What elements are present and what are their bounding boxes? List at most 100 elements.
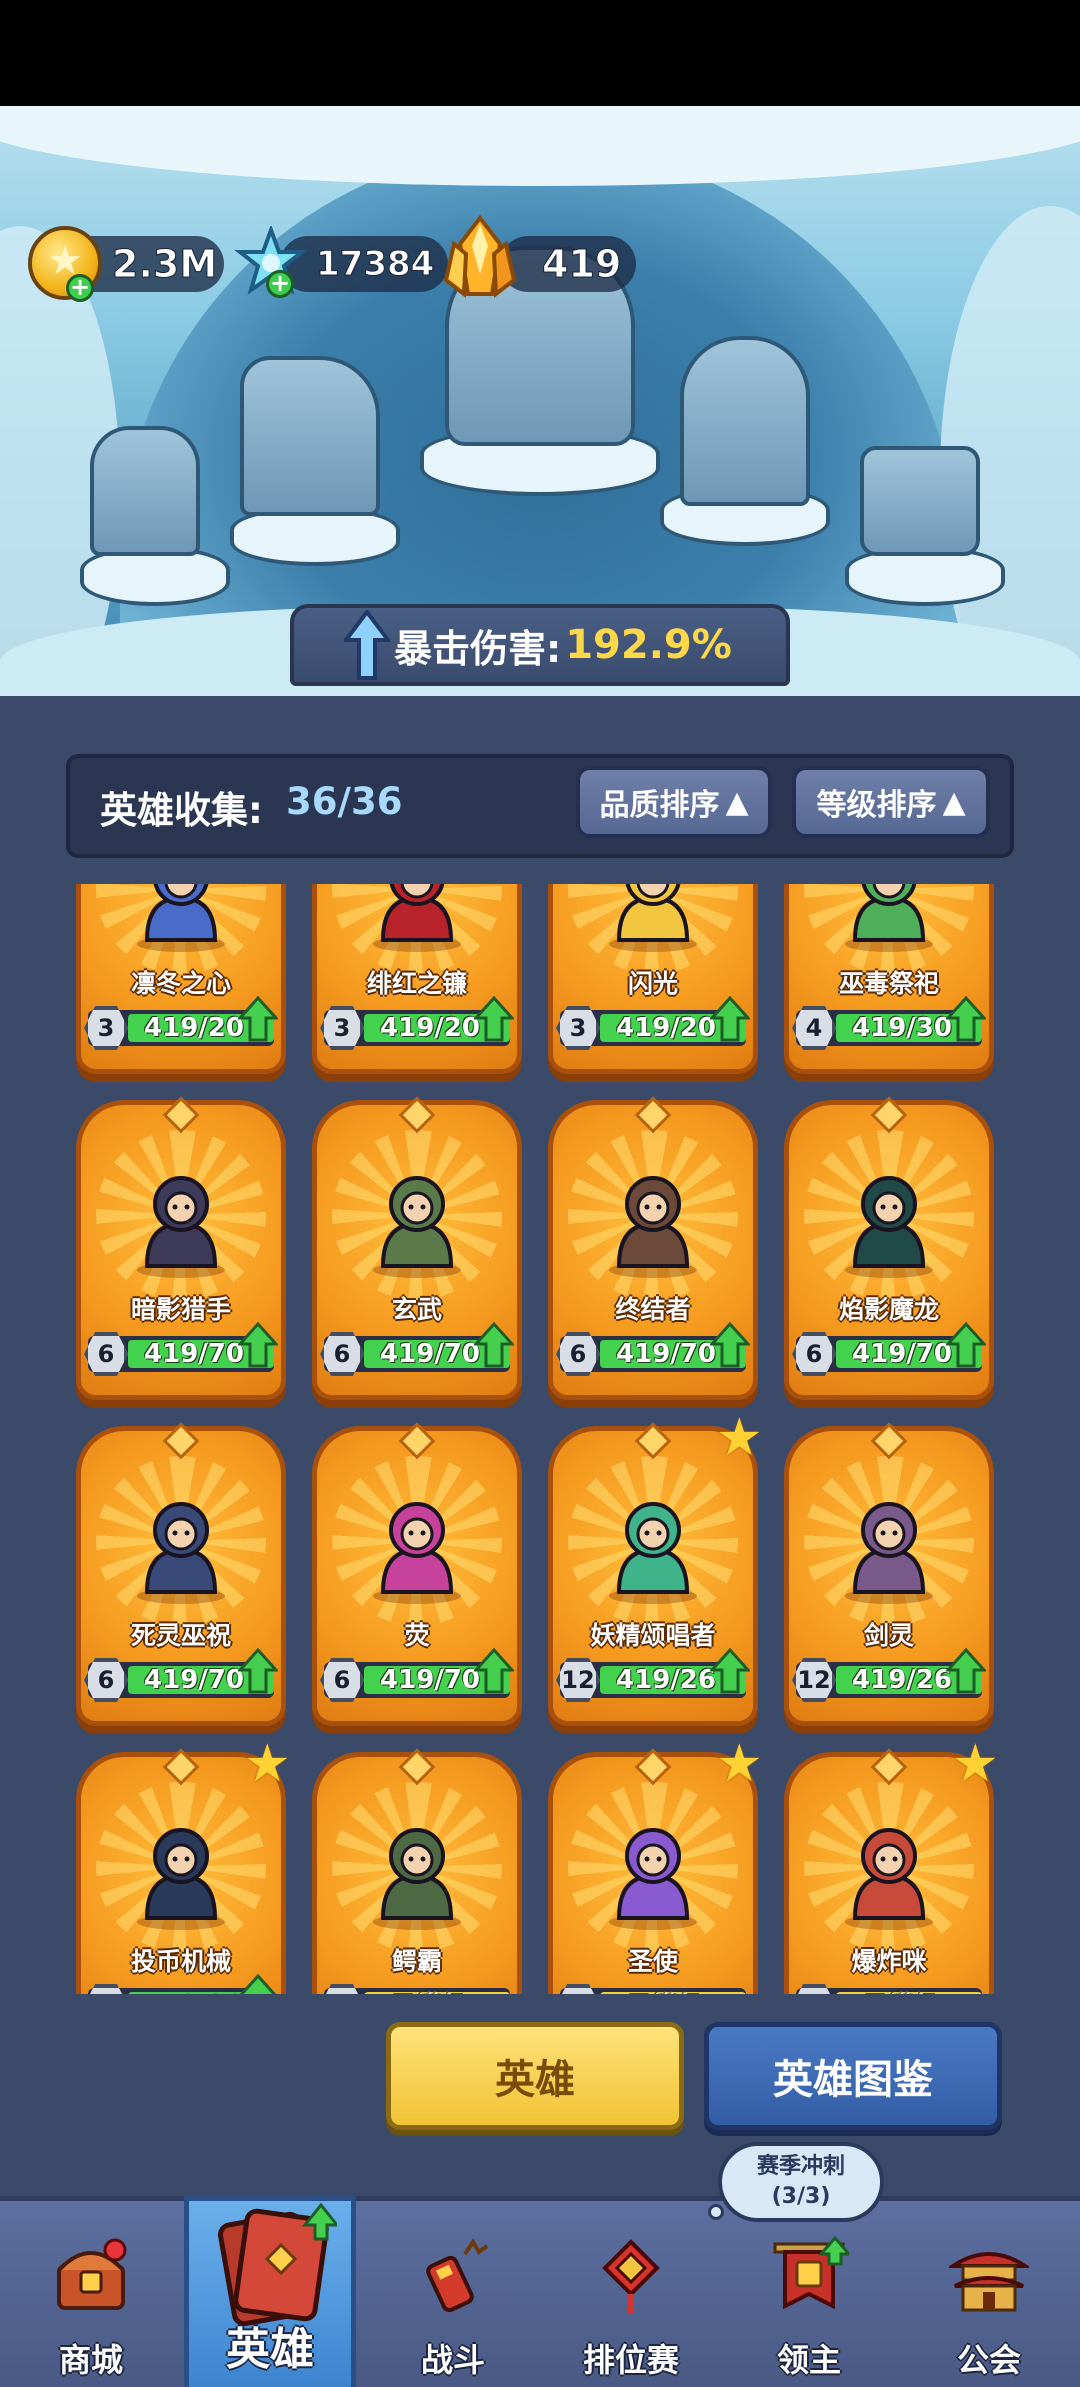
hero-card-count: 已满级: [370, 1988, 490, 1994]
nav-battle[interactable]: 战斗: [368, 2196, 538, 2387]
statue-robot: [860, 446, 980, 556]
season-sprint-tooltip[interactable]: 赛季冲刺 (3/3): [708, 2142, 884, 2222]
collection-label: 英雄收集:: [100, 789, 263, 832]
upgrade-arrow-icon[interactable]: [474, 996, 514, 1042]
hero-card[interactable]: 投币机械12419/26★: [76, 1738, 291, 1994]
hero-name: 玄武: [391, 1295, 442, 1324]
sort-level-button[interactable]: 等级排序 ▲: [792, 766, 990, 838]
nav-shop[interactable]: 商城: [6, 2196, 176, 2387]
hero-level-badge: 6: [320, 1658, 364, 1702]
nav-guild[interactable]: 公会: [904, 2196, 1074, 2387]
banner-icon: [773, 2236, 849, 2310]
upgrade-arrow-icon[interactable]: [946, 1648, 986, 1694]
hero-name: 鳄霸: [391, 1947, 442, 1976]
upgrade-arrow-icon[interactable]: [238, 1974, 278, 1994]
hero-card[interactable]: 暗影猎手 6 419/70: [76, 1096, 286, 1400]
hero-card[interactable]: 绯红之镰 3 419/20: [312, 884, 522, 1074]
hero-card[interactable]: 焰影魔龙 6 419/70: [784, 1096, 994, 1400]
upgrade-arrow-icon[interactable]: [238, 996, 278, 1042]
nav-ranked[interactable]: 排位赛: [546, 2196, 716, 2387]
star-icon: ★: [716, 1408, 763, 1468]
upgrade-arrow-icon[interactable]: [946, 1322, 986, 1368]
hero-card[interactable]: 圣使15已满级★: [548, 1738, 763, 1994]
hero-portrait: [845, 1828, 933, 1930]
firecracker-icon: [426, 2238, 489, 2313]
gem-value: 17384: [315, 244, 435, 285]
hero-name: 焰影魔龙: [838, 1295, 939, 1324]
hero-portrait: [845, 884, 933, 952]
statue-griffin: [240, 356, 380, 516]
hero-portrait: [137, 1502, 225, 1604]
nav-heroes[interactable]: 英雄: [184, 2196, 356, 2387]
hero-card[interactable]: 终结者 6 419/70: [548, 1096, 758, 1400]
hero-portrait: [609, 884, 697, 952]
star-icon: ★: [716, 1734, 763, 1794]
sort-quality-button[interactable]: 品质排序 ▲: [576, 766, 772, 838]
hero-card[interactable]: 妖精颂唱者 12 419/26 ★: [548, 1412, 763, 1726]
hero-level-badge: 12: [556, 1658, 600, 1702]
hero-card-count: 已满级: [842, 1988, 962, 1994]
hero-card-count: 419/70: [144, 1665, 244, 1695]
nav-lord[interactable]: 领主: [724, 2196, 894, 2387]
snow-ceiling: [0, 106, 1080, 186]
treasure-chest-icon: [57, 2238, 127, 2310]
add-gem-icon[interactable]: +: [266, 270, 294, 298]
add-gold-icon[interactable]: +: [66, 274, 94, 302]
sort-quality-label: 品质排序: [599, 788, 720, 823]
upgrade-arrow-icon[interactable]: [238, 1648, 278, 1694]
hero-card[interactable]: 闪光 3 419/20: [548, 884, 758, 1074]
gold-coin-icon[interactable]: +: [28, 226, 102, 302]
hero-codex-button[interactable]: 英雄图鉴: [704, 2022, 1002, 2130]
statue-warrior: [90, 426, 200, 556]
hero-progress-bar: 15已满级: [320, 1984, 510, 1994]
hero-card[interactable]: 玄武 6 419/70: [312, 1096, 522, 1400]
hero-portrait: [373, 1828, 461, 1930]
hero-name: 剑灵: [863, 1621, 914, 1650]
nav-ranked-label: 排位赛: [582, 2341, 679, 2379]
hero-card-count: 419/70: [380, 1339, 480, 1369]
crit-label: 暴击伤害:: [394, 626, 562, 671]
hero-progress-bar: 12419/26: [84, 1974, 277, 1994]
hero-progress-bar: 15已满级: [556, 1984, 746, 1994]
hero-progress-bar: 6 419/70: [792, 1322, 986, 1376]
upgrade-arrow-icon[interactable]: [710, 996, 750, 1042]
pagoda-icon: [949, 2252, 1029, 2312]
hero-portrait: [609, 1502, 697, 1604]
upgrade-arrow-icon[interactable]: [710, 1648, 750, 1694]
hero-portrait: [373, 1502, 461, 1604]
hero-level-badge: 3: [556, 1006, 600, 1050]
chinese-knot-icon: [602, 2239, 660, 2314]
hero-card-count: 419/70: [616, 1339, 716, 1369]
hero-portrait: [373, 1176, 461, 1278]
hero-progress-bar: 3 419/20: [320, 996, 514, 1050]
upgrade-arrow-icon[interactable]: [474, 1322, 514, 1368]
hero-progress-bar: 12419/26: [556, 1648, 750, 1702]
crystal-value: 419: [541, 242, 622, 287]
hero-portrait: [137, 1176, 225, 1278]
hero-level-badge: 4: [792, 1006, 836, 1050]
hero-tab-button[interactable]: 英雄: [386, 2022, 684, 2130]
upgrade-arrow-icon[interactable]: [474, 1648, 514, 1694]
hero-name: 巫毒祭祀: [838, 969, 939, 998]
hero-portrait: [845, 1502, 933, 1604]
hero-name: 暗影猎手: [130, 1295, 231, 1324]
hero-card[interactable]: 凛冬之心 3 419/20: [76, 884, 286, 1074]
tooltip-tail: [708, 2204, 724, 2220]
hero-card[interactable]: 荧 6 419/70: [312, 1422, 522, 1726]
hero-card[interactable]: 爆炸咪15已满级★: [784, 1738, 999, 1994]
hero-card[interactable]: 巫毒祭祀 4 419/30: [784, 884, 994, 1074]
hero-card[interactable]: 剑灵 12 419/26: [784, 1422, 994, 1726]
hero-level-badge: 6: [792, 1332, 836, 1376]
upgrade-arrow-icon[interactable]: [238, 1322, 278, 1368]
hero-card[interactable]: 鳄霸 15已满级: [312, 1748, 522, 1994]
hero-card[interactable]: 死灵巫祝 6 419/70: [76, 1422, 286, 1726]
upgrade-arrow-icon[interactable]: [946, 996, 986, 1042]
hero-grid[interactable]: 凛冬之心 3 419/20 绯红之镰 3 419/20 闪光 3 419/20 巫毒祭祀 4 419/…: [0, 884, 1080, 1994]
nav-heroes-label: 英雄: [226, 2324, 314, 2375]
hero-level-badge: 6: [556, 1332, 600, 1376]
hero-name: 闪光: [627, 969, 678, 998]
upgrade-arrow-icon[interactable]: [710, 1322, 750, 1368]
hero-card-count: 419/20: [380, 1013, 480, 1043]
hero-progress-bar: 4 419/30: [792, 996, 986, 1050]
hero-name: 终结者: [615, 1295, 691, 1324]
